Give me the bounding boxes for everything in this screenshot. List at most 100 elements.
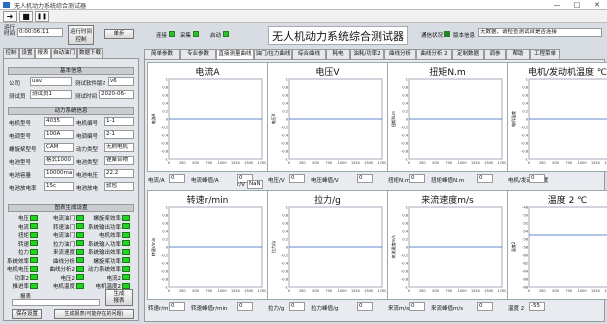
report-settings-grid: 电压 电流油门 螺旋桨效率 电流 转速油门 系统输出功率 扭矩 电流油门 电机效率 转速 拉力油门系… (4, 214, 140, 294)
power-field-0[interactable]: 4035 (44, 117, 74, 126)
comm-status-label: 通信状况 (421, 33, 444, 39)
report-opt-toggle-3-0[interactable] (30, 240, 38, 246)
power-field-1[interactable]: 100A (44, 130, 74, 139)
report-opt-toggle-4-0[interactable] (30, 248, 38, 255)
runtime-control-button[interactable]: 运行时间 控制 (68, 25, 94, 45)
report-opt-toggle-1-0[interactable] (30, 223, 38, 229)
ytick-label-1-5: 0 (286, 118, 288, 122)
rv-label: r/V (237, 182, 245, 188)
power-field2-2[interactable]: 无刷电机 (104, 143, 134, 152)
report-opt-toggle-8-0[interactable] (30, 282, 38, 289)
tab-自动油门[interactable]: 自动油门 (51, 48, 77, 58)
ytick-label-0-1: 0.8 (162, 86, 168, 90)
tab-耗电[interactable]: 耗电 (326, 49, 350, 59)
tab-曲线分析[interactable]: 曲线分析 (384, 49, 416, 59)
ytick-label-1-3: 0.4 (282, 102, 288, 106)
tab-设置[interactable]: 设置 (19, 48, 35, 58)
ytick-label-6-6: -0.2 (401, 254, 408, 258)
right-panel: 简单参数 专业参数 直接测量曲线 油门/拉力曲线 综合曲线 耗电 油耗/功率2 曲线分析 曲线分… (144, 49, 607, 322)
report-path-field[interactable] (12, 299, 100, 306)
report-opt-toggle-6-2[interactable] (122, 265, 130, 272)
power-field2-3[interactable]: 锂聚合物 (104, 156, 134, 165)
ylabel-1: 电压V (270, 113, 276, 124)
report-opt-toggle-2-0[interactable] (30, 231, 38, 238)
software-version-field[interactable]: v6 (108, 77, 134, 86)
xtick-label-0-2: 500 (192, 161, 199, 165)
report-opt-toggle-2-2[interactable] (122, 231, 130, 238)
gen-line2: 报表 (113, 298, 125, 304)
tab-报表[interactable]: 报表 (35, 48, 51, 58)
report-opt-toggle-1-2[interactable] (122, 223, 130, 229)
report-opt-toggle-8-2[interactable] (122, 282, 130, 289)
report-opt-toggle-4-2[interactable] (122, 248, 130, 255)
tab-综合曲线[interactable]: 综合曲线 (292, 49, 326, 59)
chart-panel-0: 电流A 1 0.8 0.6 0.4 0.2 0 -0.2 -0.4 -0.6 -0.8 -1 0 250 5… (147, 62, 268, 172)
power-field2-1[interactable]: 2-1 (104, 130, 134, 139)
app-title: 无人机动力系统综合测试器 (268, 26, 408, 45)
tab-帮助[interactable]: 帮助 (506, 49, 530, 59)
report-opt-toggle-0-2[interactable] (122, 214, 130, 221)
power-info-title: 动力系统信息 (8, 107, 134, 115)
report-opt-toggle-5-1[interactable] (76, 257, 84, 263)
tab-简单参数[interactable]: 简单参数 (144, 49, 180, 59)
tab-控制[interactable]: 控制 (3, 48, 19, 58)
report-opt-toggle-2-1[interactable] (76, 231, 84, 238)
report-opt-toggle-5-0[interactable] (30, 257, 38, 263)
stop-icon[interactable]: ■ (19, 11, 33, 22)
ytick-label-0-6: -0.2 (161, 126, 168, 130)
close-button[interactable]: ✕ (587, 0, 607, 10)
power-field2-0[interactable]: 1-1 (104, 117, 134, 126)
power-field-2[interactable]: CAM (44, 143, 74, 152)
xtick-label-0-0: 0 (168, 161, 170, 165)
report-opt-toggle-6-1[interactable] (76, 265, 84, 272)
report-opt-toggle-7-0[interactable] (30, 274, 38, 280)
tab-直接测量曲线[interactable]: 直接测量曲线 (216, 49, 254, 59)
report-opt-toggle-3-1[interactable] (76, 240, 84, 246)
xtick-label-6-1: 250 (419, 289, 426, 293)
tab-定制数据[interactable]: 定制数据 (452, 49, 484, 59)
readout-label-0: 电流/A (148, 178, 165, 184)
tab-专业参数[interactable]: 专业参数 (180, 49, 216, 59)
report-opt-toggle-5-2[interactable] (122, 257, 130, 263)
power-field-3[interactable]: 格式1000 (44, 156, 74, 165)
basic-info-title: 基本信息 (8, 67, 134, 75)
save-settings-button[interactable]: 保存设置 (12, 309, 42, 319)
generate-report-issue-button[interactable]: 生成报表(可能存在的问题) (54, 309, 134, 319)
tester-field[interactable]: 测试员1 (30, 90, 72, 99)
power-field2-5[interactable]: 软包 (104, 182, 134, 191)
ytick-label-3-7: -0.4 (521, 134, 529, 138)
report-opt-toggle-6-0[interactable] (30, 265, 38, 272)
power-field-4[interactable]: 10000ma (44, 169, 74, 178)
report-opt-toggle-8-1[interactable] (76, 282, 84, 289)
company-field[interactable]: uav (30, 77, 72, 86)
run-arrow-icon[interactable]: ➜ (3, 11, 17, 22)
report-opt-toggle-0-0[interactable] (30, 214, 38, 221)
minimize-button[interactable]: — (547, 0, 567, 10)
pause-icon[interactable]: ❚❚ (35, 11, 49, 22)
tab-调参[interactable]: 调参 (484, 49, 506, 59)
report-opt-toggle-1-1[interactable] (76, 223, 84, 229)
ytick-label-7-2: -52 (522, 222, 528, 226)
report-opt-toggle-7-1[interactable] (76, 274, 84, 280)
report-opt-label-5-1: 曲线分析 (52, 258, 75, 265)
chart-panel-4: 转速r/min 1 0.8 0.6 0.4 0.2 0 -0.2 -0.4 -0.6 -0.8 -1 0… (147, 190, 268, 300)
power-field-5[interactable]: 15c (44, 182, 74, 191)
ytick-label-1-7: -0.4 (281, 134, 289, 138)
generate-report-button[interactable]: 生成 报表 (105, 289, 133, 306)
test-time-field[interactable]: 2020-06- (99, 90, 134, 99)
tab-油耗/功率2[interactable]: 油耗/功率2 (350, 49, 384, 59)
report-opt-toggle-4-1[interactable] (76, 248, 84, 255)
chart-panel-7: 温度 2 ℃ -48 -50 -52 -54 -56 -58 -60 -62 -64 -66 -68 0… (507, 190, 607, 300)
single-step-button[interactable]: 单步 (104, 29, 134, 39)
report-opt-toggle-3-2[interactable] (122, 240, 130, 246)
tab-工程菜单[interactable]: 工程菜单 (530, 49, 560, 59)
tab-数据下载[interactable]: 数据下载 (77, 48, 103, 58)
xtick-label-5-1: 250 (299, 289, 306, 293)
ylabel-7: 温度2 (510, 241, 516, 252)
report-opt-toggle-7-2[interactable] (122, 274, 130, 280)
power-field2-4[interactable]: 22.2 (104, 169, 134, 178)
tab-油门/拉力曲线[interactable]: 油门/拉力曲线 (254, 49, 292, 59)
maximize-button[interactable]: □ (567, 0, 587, 10)
tab-曲线分析 2[interactable]: 曲线分析 2 (416, 49, 452, 59)
report-opt-toggle-0-1[interactable] (76, 214, 84, 221)
